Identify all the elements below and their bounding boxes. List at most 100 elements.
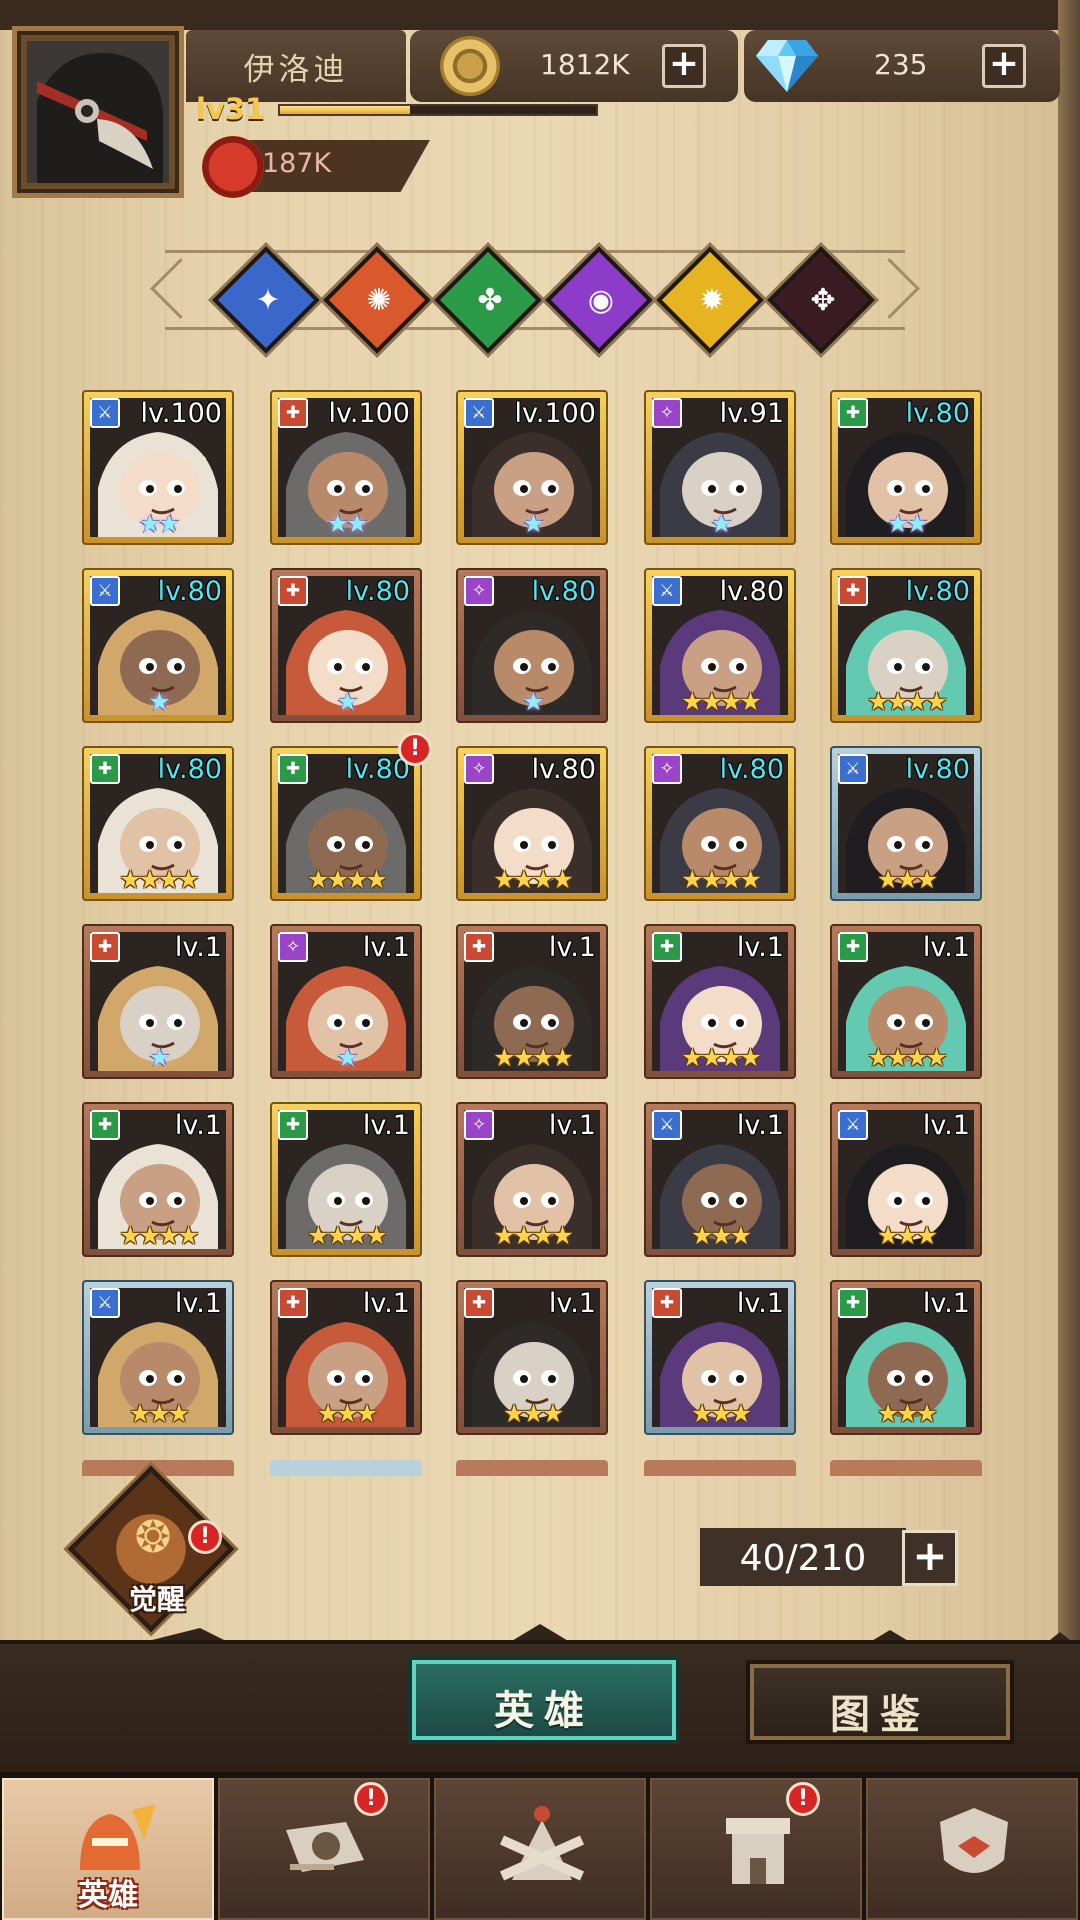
hero-card[interactable]: ✚ lv.1 ★★★ xyxy=(456,1280,608,1435)
hero-card[interactable]: ✚ lv.100 ★★ xyxy=(270,390,422,545)
star-icon: ★ xyxy=(710,1399,732,1428)
xp-fill xyxy=(280,106,410,114)
nav-map-flag-icon xyxy=(286,1822,364,1872)
hero-card[interactable]: ✧ lv.80 ★★★★ xyxy=(456,746,608,901)
hero-card[interactable]: ⚔ lv.80 ★ xyxy=(82,568,234,723)
star-icon: ★ xyxy=(690,1221,713,1250)
star-icon: ★ xyxy=(522,1399,544,1428)
hero-card[interactable]: ✚ lv.1 ★ xyxy=(82,924,234,1079)
hero-card[interactable]: ✚ lv.1 ★★★★ xyxy=(830,924,982,1079)
star-icon: ★ xyxy=(532,1043,554,1072)
nav-item-5[interactable] xyxy=(866,1778,1078,1920)
hero-card[interactable]: ⚔ lv.1 ★★★ xyxy=(82,1280,234,1435)
star-icon: ★ xyxy=(148,687,170,716)
hero-class-icon: ✚ xyxy=(278,1288,308,1318)
star-icon: ★ xyxy=(158,509,180,538)
hero-level: lv.1 xyxy=(922,1288,970,1319)
gold-resource: 1812K + xyxy=(410,30,738,102)
hero-card[interactable]: ✧ lv.91 ★ xyxy=(644,390,796,545)
faction-emblem-icon: ✦ xyxy=(255,283,281,318)
hero-star-rating: ★ xyxy=(82,1045,234,1071)
hero-card[interactable]: ✚ lv.1 ★★★★ xyxy=(270,1102,422,1257)
hero-class-icon: ✚ xyxy=(652,1288,682,1318)
hero-class-icon: ✚ xyxy=(278,576,308,606)
hero-card[interactable]: ✚ lv.1 ★★★★ xyxy=(644,924,796,1079)
star-icon: ★ xyxy=(326,1221,349,1250)
hero-class-icon: ✧ xyxy=(278,932,308,962)
hero-class-icon: ✚ xyxy=(838,932,868,962)
hero-level: lv.80 xyxy=(905,754,970,785)
star-icon: ★ xyxy=(681,687,703,716)
hero-card[interactable]: ✧ lv.80 ★ xyxy=(456,568,608,723)
hero-level: lv.1 xyxy=(736,1288,784,1319)
hero-star-rating: ★★★★ xyxy=(82,867,234,893)
hero-star-rating: ★★★★ xyxy=(644,1045,796,1071)
hero-card[interactable]: ⚔ lv.1 ★★★ xyxy=(830,1102,982,1257)
hero-card[interactable]: ✚ lv.1 ★★★★ xyxy=(456,924,608,1079)
nav-item-2[interactable]: ! xyxy=(218,1778,430,1920)
hero-card[interactable]: ✚ lv.1 ★★★ xyxy=(644,1280,796,1435)
hero-card[interactable]: ✚ lv.80 ★★ xyxy=(830,390,982,545)
hero-level: lv.80 xyxy=(719,576,784,607)
hero-card[interactable]: ✧ lv.80 ★★★★ xyxy=(644,746,796,901)
hero-card[interactable]: ✚ lv.1 ★★★★ xyxy=(82,1102,234,1257)
tab-atlas-label: 图鉴 xyxy=(830,1692,930,1738)
star-icon: ★ xyxy=(512,865,535,894)
hero-card[interactable]: ✚ lv.1 ★★★ xyxy=(270,1280,422,1435)
hero-card[interactable]: ⚔ lv.80 ★★★ xyxy=(830,746,982,901)
star-icon: ★ xyxy=(346,1221,368,1250)
star-icon: ★ xyxy=(915,865,938,894)
hero-class-icon: ✧ xyxy=(652,398,682,428)
star-icon: ★ xyxy=(365,1221,387,1250)
hero-card[interactable]: ⚔ lv.1 ★★★ xyxy=(644,1102,796,1257)
hero-level: lv.1 xyxy=(922,932,970,963)
add-gold-button[interactable]: + xyxy=(662,44,706,88)
expand-capacity-button[interactable]: + xyxy=(902,1530,958,1586)
hero-class-icon: ✚ xyxy=(278,754,308,784)
hero-level: lv.100 xyxy=(514,398,596,429)
gold-coin-icon xyxy=(440,36,500,96)
hero-level: lv.1 xyxy=(922,1110,970,1141)
nav-item-3[interactable] xyxy=(434,1778,646,1920)
star-icon: ★ xyxy=(681,1043,703,1072)
star-icon: ★ xyxy=(336,1043,358,1072)
diamond-icon xyxy=(756,40,818,92)
star-icon: ★ xyxy=(867,687,889,716)
star-icon: ★ xyxy=(355,1399,378,1428)
star-icon: ★ xyxy=(316,1399,339,1428)
hero-class-icon: ⚔ xyxy=(90,576,120,606)
hero-card[interactable]: ✚ lv.80 ★ xyxy=(270,568,422,723)
hero-level: lv.1 xyxy=(736,1110,784,1141)
star-icon: ★ xyxy=(177,865,199,894)
hero-card[interactable]: ⚔ lv.100 ★★ xyxy=(82,390,234,545)
hero-card[interactable]: ✚ lv.1 ★★★ xyxy=(830,1280,982,1435)
hero-card[interactable]: ⚔ lv.80 ★★★★ xyxy=(644,568,796,723)
add-gems-button[interactable]: + xyxy=(982,44,1026,88)
faction-emblem-icon: ✤ xyxy=(477,283,503,318)
star-icon: ★ xyxy=(307,1221,329,1250)
nav-item-1[interactable]: 英雄 xyxy=(2,1778,214,1920)
hero-card[interactable]: ✚ lv.80 ★★★★ xyxy=(82,746,234,901)
star-icon: ★ xyxy=(346,509,368,538)
star-icon: ★ xyxy=(720,865,742,894)
hero-card[interactable]: ⚔ lv.100 ★ xyxy=(456,390,608,545)
hero-class-icon: ✧ xyxy=(464,754,494,784)
hero-star-rating: ★★★ xyxy=(644,1223,796,1249)
player-avatar[interactable] xyxy=(12,26,184,198)
star-icon: ★ xyxy=(158,1221,180,1250)
hero-card[interactable]: ✚ lv.80 ★★★★! xyxy=(270,732,432,901)
nav-alert-badge: ! xyxy=(786,1782,820,1816)
star-icon: ★ xyxy=(336,687,358,716)
hero-card[interactable]: ✚ lv.80 ★★★★ xyxy=(830,568,982,723)
hero-card[interactable]: ✧ lv.1 ★ xyxy=(270,924,422,1079)
hero-level: lv.1 xyxy=(174,932,222,963)
tab-atlas[interactable]: 图鉴 xyxy=(750,1664,1010,1740)
nav-item-4[interactable]: ! xyxy=(650,1778,862,1920)
star-icon: ★ xyxy=(876,1399,899,1428)
tab-heroes[interactable]: 英雄 xyxy=(412,1660,676,1740)
hero-level: lv.91 xyxy=(719,398,784,429)
star-icon: ★ xyxy=(886,509,909,538)
faction-emblem-icon: ✥ xyxy=(810,283,836,318)
hero-card[interactable]: ✧ lv.1 ★★★★ xyxy=(456,1102,608,1257)
star-icon: ★ xyxy=(551,1221,573,1250)
